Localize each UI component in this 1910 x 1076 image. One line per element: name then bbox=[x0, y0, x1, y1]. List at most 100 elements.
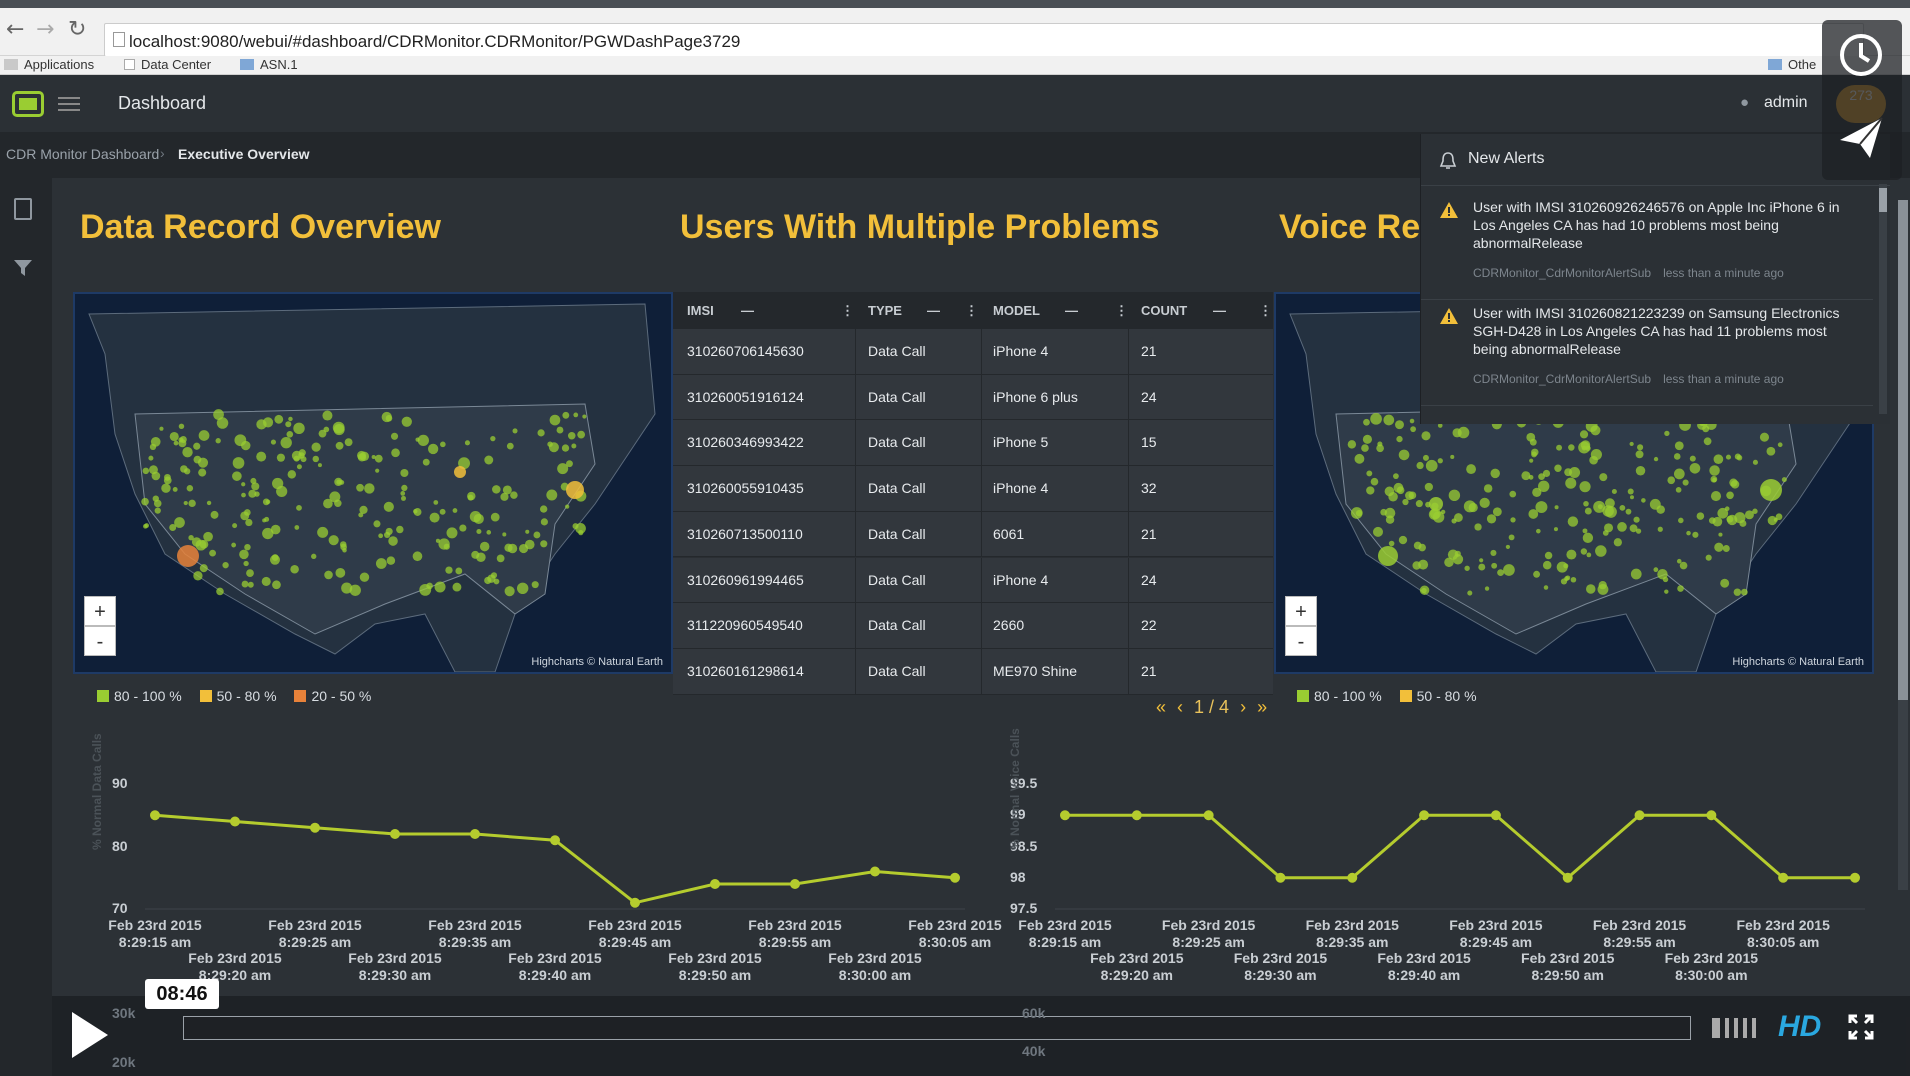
map-point[interactable] bbox=[1673, 468, 1685, 480]
map-point[interactable] bbox=[549, 414, 561, 426]
map-point[interactable] bbox=[419, 583, 432, 596]
map-point[interactable] bbox=[1578, 441, 1591, 454]
map-point[interactable] bbox=[1641, 498, 1646, 503]
map-point[interactable] bbox=[188, 499, 196, 508]
map-point[interactable] bbox=[1725, 454, 1732, 460]
first-page-icon[interactable]: « bbox=[1156, 697, 1166, 717]
map-point[interactable] bbox=[203, 531, 213, 542]
map-point[interactable] bbox=[577, 430, 586, 439]
map-point[interactable] bbox=[524, 539, 535, 550]
bookmark-data-center[interactable]: Data Center bbox=[124, 57, 211, 72]
map-point[interactable] bbox=[1676, 558, 1682, 564]
map-point[interactable] bbox=[276, 485, 288, 498]
map-point[interactable] bbox=[1566, 549, 1577, 560]
map-point[interactable] bbox=[272, 580, 281, 590]
map-point[interactable] bbox=[1673, 453, 1681, 460]
last-page-icon[interactable]: » bbox=[1257, 697, 1267, 717]
map-point[interactable] bbox=[206, 500, 212, 506]
map-point[interactable] bbox=[1705, 554, 1712, 561]
map-zoom-in-button[interactable]: + bbox=[1285, 596, 1317, 626]
map-point[interactable] bbox=[1605, 505, 1617, 518]
map-point[interactable] bbox=[1739, 519, 1747, 527]
map-point[interactable] bbox=[1393, 473, 1399, 480]
map-point[interactable] bbox=[1696, 512, 1705, 520]
map-point[interactable] bbox=[1633, 516, 1640, 523]
map-point[interactable] bbox=[484, 576, 492, 585]
table-row[interactable]: 310260161298614 Data Call ME970 Shine 21 bbox=[673, 648, 1273, 695]
map-point[interactable] bbox=[247, 581, 254, 588]
map-point[interactable] bbox=[502, 532, 507, 537]
map-point[interactable] bbox=[159, 426, 164, 431]
map-point[interactable] bbox=[1372, 526, 1384, 537]
map-point[interactable] bbox=[1425, 459, 1438, 472]
column-menu-icon[interactable]: ⋮ bbox=[841, 292, 854, 329]
map-point[interactable] bbox=[1415, 500, 1423, 508]
map-point[interactable] bbox=[490, 435, 496, 442]
map-point[interactable] bbox=[1497, 569, 1505, 577]
map-point[interactable] bbox=[1744, 510, 1754, 520]
map-point[interactable] bbox=[1378, 546, 1398, 566]
map-point[interactable] bbox=[240, 511, 250, 521]
map-point[interactable] bbox=[1532, 487, 1542, 498]
map-point[interactable] bbox=[1629, 495, 1634, 500]
map-zoom-out-button[interactable]: - bbox=[84, 626, 116, 656]
map-point[interactable] bbox=[288, 416, 293, 422]
map-point[interactable] bbox=[401, 416, 412, 427]
map-point[interactable] bbox=[567, 431, 576, 440]
map-point[interactable] bbox=[339, 541, 347, 548]
map-point[interactable] bbox=[1554, 505, 1559, 510]
column-menu-icon[interactable]: ⋮ bbox=[1259, 292, 1272, 329]
map-point[interactable] bbox=[512, 428, 518, 434]
table-row[interactable]: 310260346993422 Data Call iPhone 5 15 bbox=[673, 420, 1273, 467]
map-point[interactable] bbox=[148, 455, 154, 461]
data-point[interactable] bbox=[1275, 872, 1286, 883]
map-point[interactable] bbox=[446, 527, 458, 539]
volume-icon[interactable] bbox=[1712, 1018, 1758, 1038]
alert-item[interactable]: User with IMSI 310260926246576 on Apple … bbox=[1421, 198, 1873, 300]
next-page-icon[interactable]: › bbox=[1240, 697, 1246, 717]
map-point[interactable] bbox=[232, 457, 245, 469]
send-icon[interactable] bbox=[1838, 116, 1884, 160]
map-point[interactable] bbox=[396, 525, 404, 534]
map-point[interactable] bbox=[183, 468, 191, 475]
map-point[interactable] bbox=[198, 468, 207, 477]
map-point[interactable] bbox=[172, 486, 178, 492]
map-point[interactable] bbox=[566, 481, 584, 499]
map-point[interactable] bbox=[213, 409, 224, 420]
map-point[interactable] bbox=[1630, 568, 1642, 580]
map-point[interactable] bbox=[198, 430, 210, 441]
map-point[interactable] bbox=[193, 442, 201, 450]
map-point[interactable] bbox=[413, 508, 422, 516]
map-point[interactable] bbox=[1656, 505, 1665, 514]
back-icon[interactable]: ← bbox=[6, 17, 24, 42]
map-point[interactable] bbox=[244, 543, 251, 551]
map-point[interactable] bbox=[1590, 425, 1601, 436]
collapse-icon[interactable]: — bbox=[1213, 292, 1226, 329]
map-point[interactable] bbox=[1492, 507, 1502, 517]
map-point[interactable] bbox=[1467, 590, 1473, 596]
map-point[interactable] bbox=[473, 513, 484, 524]
map-point[interactable] bbox=[1708, 517, 1716, 524]
map-point[interactable] bbox=[285, 421, 292, 428]
map-point[interactable] bbox=[1544, 551, 1553, 560]
column-header-type[interactable]: TYPE bbox=[868, 292, 902, 329]
map-point[interactable] bbox=[1484, 586, 1490, 591]
map-point[interactable] bbox=[440, 441, 446, 448]
map-point[interactable] bbox=[164, 473, 171, 481]
map-point[interactable] bbox=[1580, 548, 1588, 555]
data-point[interactable] bbox=[550, 835, 560, 846]
map-point[interactable] bbox=[1752, 459, 1758, 465]
map-point[interactable] bbox=[506, 442, 514, 450]
map-point[interactable] bbox=[1395, 420, 1404, 430]
map-point[interactable] bbox=[486, 530, 492, 535]
map-point[interactable] bbox=[1538, 473, 1545, 481]
map-point[interactable] bbox=[1653, 567, 1659, 573]
map-point[interactable] bbox=[400, 495, 406, 501]
map-point[interactable] bbox=[1451, 518, 1457, 524]
map-point[interactable] bbox=[210, 510, 219, 519]
map-point[interactable] bbox=[356, 483, 364, 492]
map-point[interactable] bbox=[199, 564, 208, 573]
map-point[interactable] bbox=[322, 410, 333, 421]
data-point[interactable] bbox=[1778, 872, 1789, 883]
map-point[interactable] bbox=[385, 527, 393, 535]
